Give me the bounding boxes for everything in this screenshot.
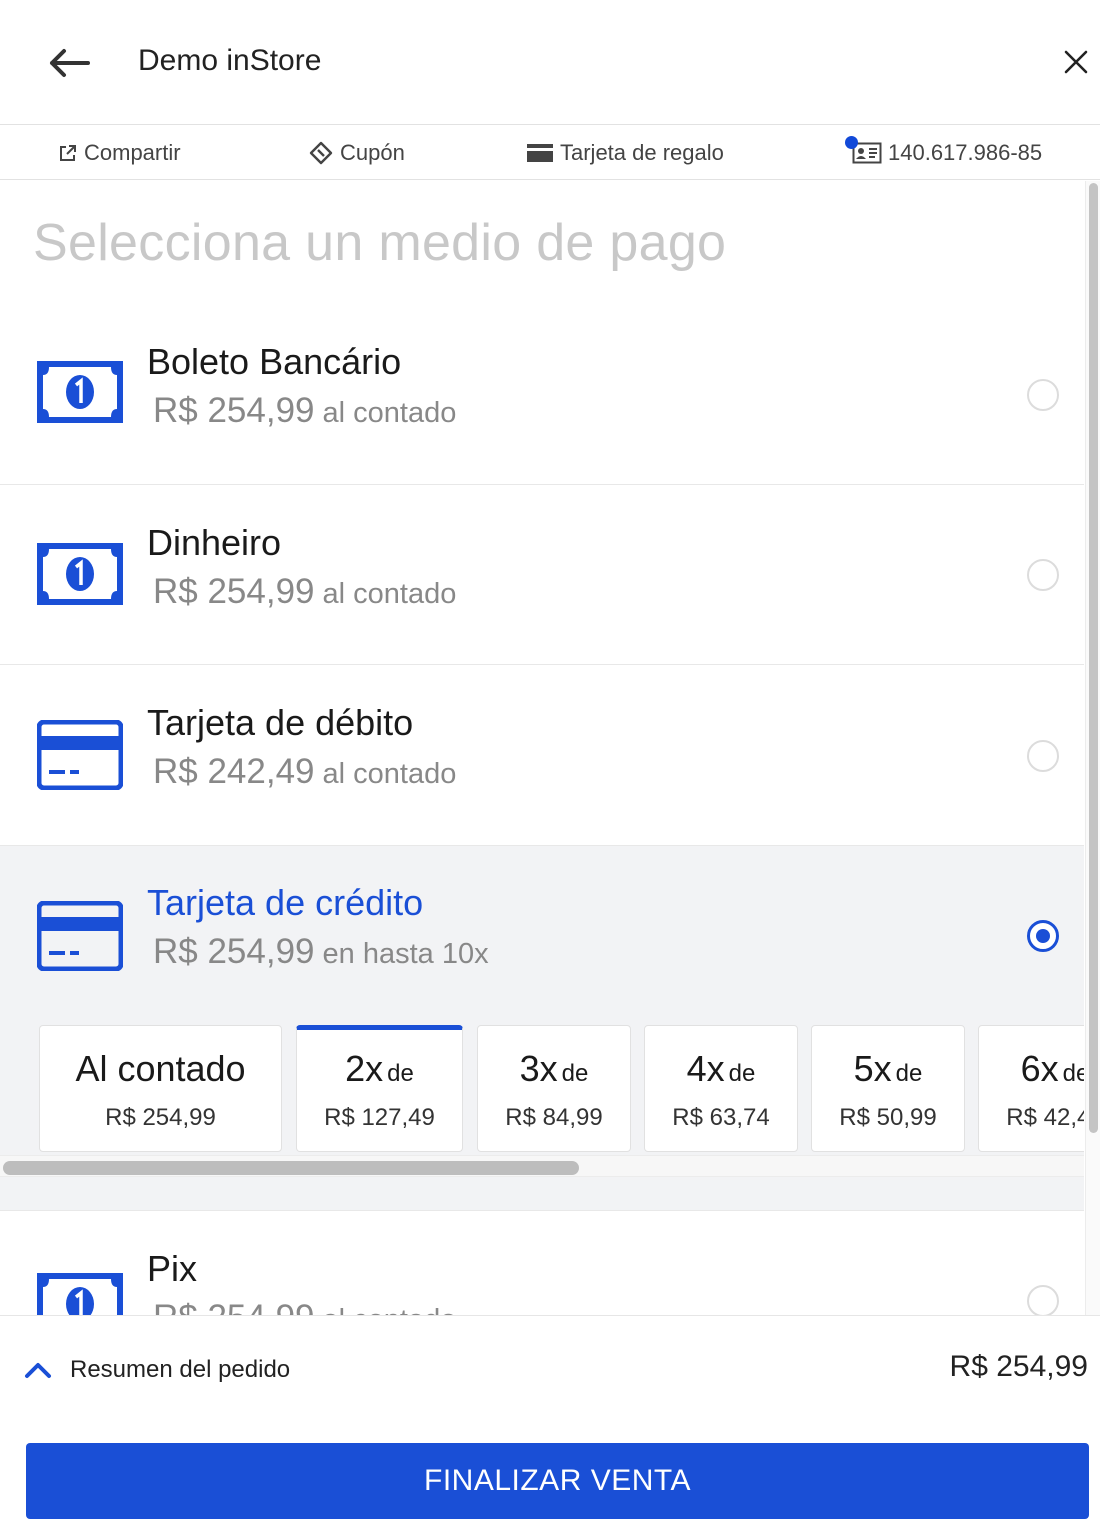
cash-icon xyxy=(37,543,123,605)
method-radio-selected[interactable] xyxy=(1027,920,1059,952)
method-price: R$ 254,99 en hasta 10x xyxy=(153,932,489,971)
coupon-button[interactable]: Cupón xyxy=(308,126,405,180)
method-name: Tarjeta de débito xyxy=(147,702,414,743)
coupon-label: Cupón xyxy=(340,140,405,165)
installments-strip[interactable]: Al contado R$ 254,99 2x de R$ 127,49 3x de… xyxy=(0,1023,1084,1183)
method-name: Dinheiro xyxy=(147,522,282,563)
installments-panel: Al contado R$ 254,99 2x de R$ 127,49 3x de… xyxy=(0,1023,1084,1211)
customer-button[interactable]: 140.617.986-85 xyxy=(845,126,1043,180)
payment-method-boleto[interactable]: Boleto Bancário R$ 254,99 al contado xyxy=(0,305,1084,485)
notification-dot xyxy=(845,136,858,149)
method-radio[interactable] xyxy=(1027,559,1059,591)
ticket-icon xyxy=(308,140,334,166)
installment-option[interactable]: 3x de R$ 84,99 xyxy=(477,1025,631,1152)
close-button[interactable] xyxy=(1058,44,1094,80)
installment-option[interactable]: Al contado R$ 254,99 xyxy=(39,1025,282,1152)
payment-method-debit-card[interactable]: Tarjeta de débito R$ 242,49 al contado xyxy=(0,666,1084,846)
installment-option[interactable]: 6xde R$ 42,49 xyxy=(978,1025,1084,1152)
method-name: Tarjeta de crédito xyxy=(147,882,424,923)
gift-card-label: Tarjeta de regalo xyxy=(560,140,724,165)
method-price: R$ 254,99al contado xyxy=(153,1298,456,1315)
payment-method-dinheiro[interactable]: Dinheiro R$ 254,99 al contado xyxy=(0,485,1084,665)
order-total: R$ 254,99 xyxy=(949,1350,1088,1383)
cash-icon xyxy=(37,361,123,423)
method-radio[interactable] xyxy=(1027,379,1059,411)
method-price: R$ 242,49 al contado xyxy=(153,752,457,791)
method-radio[interactable] xyxy=(1027,740,1059,772)
installment-option[interactable]: 4x de R$ 63,74 xyxy=(644,1025,798,1152)
customer-document: 140.617.986-85 xyxy=(888,140,1043,165)
method-name: Pix xyxy=(147,1248,198,1289)
installment-option-active[interactable]: 2x de R$ 127,49 xyxy=(296,1025,463,1152)
back-button[interactable] xyxy=(44,40,94,86)
installments-scrollbar xyxy=(0,1155,1084,1177)
method-radio[interactable] xyxy=(1027,1285,1059,1315)
share-button[interactable]: Compartir xyxy=(58,126,181,180)
app-header: Demo inStore xyxy=(0,0,1100,125)
arrow-left-icon xyxy=(50,49,90,77)
page-title: Selecciona un medio de pago xyxy=(33,214,727,272)
installments-scroll-thumb[interactable] xyxy=(3,1161,579,1175)
credit-card-icon xyxy=(37,901,123,971)
method-price: R$ 254,99al contado xyxy=(153,391,457,430)
cash-icon xyxy=(37,1273,123,1315)
order-summary-label: Resumen del pedido xyxy=(70,1356,291,1383)
order-summary-toggle[interactable]: Resumen del pedido xyxy=(24,1350,290,1390)
vertical-scroll-thumb[interactable] xyxy=(1089,183,1098,1133)
gift-card-icon xyxy=(526,142,554,164)
method-price: R$ 254,99al contado xyxy=(153,572,457,611)
checkout-footer: Resumen del pedido R$ 254,99 FINALIZAR V… xyxy=(0,1315,1100,1523)
credit-card-icon xyxy=(37,720,123,790)
method-name: Boleto Bancário xyxy=(147,341,402,382)
action-toolbar: Compartir Cupón Tarjeta de regalo 140.61… xyxy=(0,126,1100,180)
payment-methods-scroll[interactable]: Selecciona un medio de pago Boleto Bancá… xyxy=(0,181,1100,1315)
installment-option[interactable]: 5x de R$ 50,99 xyxy=(811,1025,965,1152)
share-label: Compartir xyxy=(84,140,181,165)
chevron-up-icon xyxy=(25,1363,51,1378)
store-title: Demo inStore xyxy=(138,44,322,77)
payment-method-credit-card[interactable]: Tarjeta de crédito R$ 254,99 en hasta 10x xyxy=(0,846,1084,1026)
vertical-scrollbar xyxy=(1085,181,1100,1315)
finalize-sale-button[interactable]: FINALIZAR VENTA xyxy=(26,1443,1089,1519)
external-link-icon xyxy=(58,143,78,163)
payment-method-pix[interactable]: Pix R$ 254,99al contado xyxy=(0,1210,1084,1315)
close-icon xyxy=(1064,50,1088,74)
gift-card-button[interactable]: Tarjeta de regalo xyxy=(526,126,724,180)
